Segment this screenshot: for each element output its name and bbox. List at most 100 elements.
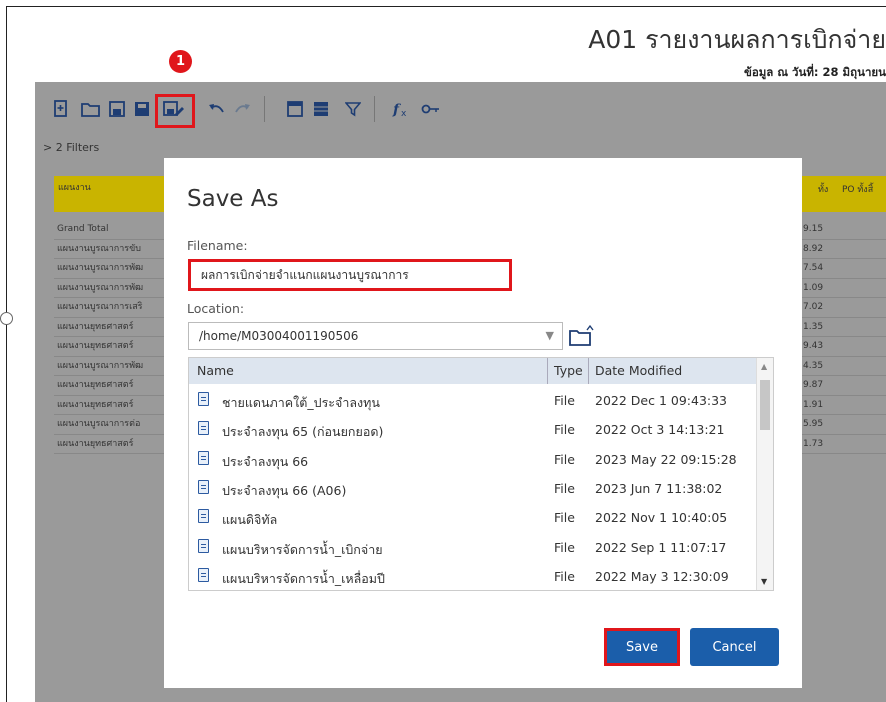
bg-table-row: แผนงานบูรณาการต่อ	[54, 415, 164, 435]
file-type: File	[554, 539, 575, 555]
file-type: File	[554, 510, 575, 526]
col-name[interactable]: Name	[197, 363, 234, 378]
toolbar-separator	[264, 96, 265, 122]
key-icon[interactable]	[420, 98, 442, 120]
file-row[interactable]: แผนบริหารจัดการน้ำ_เหลื่อมปี File 2022 May…	[189, 562, 759, 590]
dialog-title: Save As	[187, 186, 279, 212]
bg-table-value: 1.73	[800, 435, 886, 454]
filters-label: 2 Filters	[55, 141, 100, 154]
col-type[interactable]: Type	[554, 363, 583, 378]
bg-table-value: 1.09	[800, 279, 886, 298]
file-date: 2022 Dec 1 09:43:33	[595, 393, 728, 408]
col-date-modified[interactable]: Date Modified	[595, 363, 682, 378]
file-row[interactable]: ประจำลงทุน 66 (A06) File 2023 Jun 7 11:38:…	[189, 474, 759, 503]
bg-table-rows: Grand Total แผนงานบูรณาการขับ แผนงานบูรณาก…	[54, 220, 164, 454]
report-date: ข้อมูล ณ วันที่: 28 มิถุนายน	[743, 65, 886, 79]
filter-icon[interactable]	[342, 98, 364, 120]
column-divider	[588, 358, 589, 384]
bg-table-row: Grand Total	[54, 220, 164, 240]
file-date: 2022 Oct 3 14:13:21	[595, 422, 725, 438]
location-label: Location:	[187, 301, 245, 316]
location-select[interactable]: /home/M03004001190506 ▼	[188, 322, 563, 350]
file-type: File	[554, 393, 575, 408]
file-row[interactable]: ชายแดนภาคใต้_ประจำลงทุน File 2022 Dec 1 09…	[189, 386, 759, 415]
formula-icon[interactable]: fx	[392, 98, 414, 120]
filename-input[interactable]: ผลการเบิกจ่ายจำแนกแผนงานบูรณาการ	[188, 259, 512, 291]
file-name: แผนบริหารจัดการน้ำ_เบิกจ่าย	[222, 541, 383, 557]
report-title: A01 รายงานผลการเบิกจ่าย	[588, 25, 886, 54]
file-row[interactable]: แผนดิจิทัล File 2022 Nov 1 10:40:05	[189, 503, 759, 532]
redo-icon[interactable]	[231, 98, 253, 120]
bg-table-value: 7.02	[800, 298, 886, 318]
undo-icon[interactable]	[206, 98, 228, 120]
dropdown-caret-icon: ▼	[545, 329, 554, 342]
bg-table-value: 8.92	[800, 240, 886, 259]
layout-icon[interactable]	[284, 98, 306, 120]
file-type: File	[554, 480, 575, 496]
column-divider	[547, 358, 548, 384]
chevron-right-icon: >	[43, 141, 53, 154]
bg-table-row: แผนงานบูรณาการพัฒ	[54, 357, 164, 376]
bg-table-row: แผนงานยุทธศาสตร์	[54, 318, 164, 337]
save-as-highlight	[155, 94, 195, 128]
file-name: ประจำลงทุน 65 (ก่อนยกยอด)	[222, 424, 384, 440]
bg-table-value: 9.43	[800, 337, 886, 357]
table-icon[interactable]	[310, 98, 332, 120]
bg-table-values: 9.15 8.92 7.54 1.09 7.02 1.35 9.43 4.35 9.87 1.91…	[800, 220, 886, 454]
new-report-icon[interactable]	[50, 98, 72, 120]
bg-header-label: แผนงาน	[58, 183, 91, 193]
save-as-dialog: Save As Filename: ผลการเบิกจ่ายจำแนกแผนง…	[164, 158, 802, 688]
file-type: File	[554, 568, 575, 584]
toolbar-separator	[374, 96, 375, 122]
file-name: ประจำลงทุน 66 (A06)	[222, 482, 347, 498]
filters-toggle[interactable]: > 2 Filters	[43, 141, 99, 154]
save-copy-icon[interactable]	[131, 98, 153, 120]
new-folder-icon[interactable]	[568, 324, 594, 348]
file-row[interactable]: ประจำลงทุน 65 (ก่อนยกยอด) File 2022 Oct 3 …	[189, 415, 759, 444]
file-icon	[198, 450, 209, 465]
file-date: 2023 Jun 7 11:38:02	[595, 480, 723, 496]
scroll-up-icon[interactable]: ▲	[761, 362, 767, 371]
file-date: 2022 May 3 12:30:09	[595, 568, 729, 584]
bg-table-value: 1.91	[800, 396, 886, 415]
bg-col-head: ทั้ง	[818, 185, 829, 195]
file-icon	[198, 421, 209, 436]
file-date: 2022 Nov 1 10:40:05	[595, 510, 728, 526]
bg-table-value: 9.87	[800, 376, 886, 396]
bg-table-value: 7.54	[800, 259, 886, 279]
file-type: File	[554, 451, 575, 467]
bg-table-value: 1.35	[800, 318, 886, 337]
filename-label: Filename:	[187, 238, 248, 253]
file-icon	[198, 479, 209, 494]
scroll-down-icon[interactable]: ▼	[761, 577, 767, 586]
file-icon	[198, 509, 209, 524]
bg-table-row: แผนงานยุทธศาสตร์	[54, 337, 164, 357]
file-date: 2023 May 22 09:15:28	[595, 451, 737, 467]
bg-table-row: แผนงานบูรณาการเสริ	[54, 298, 164, 318]
file-browser: Name Type Date Modified ชายแดนภาคใต้_ประ…	[188, 357, 774, 591]
cancel-button[interactable]: Cancel	[690, 628, 779, 666]
location-value: /home/M03004001190506	[199, 329, 359, 343]
scroll-thumb[interactable]	[760, 380, 770, 430]
open-folder-icon[interactable]	[80, 98, 102, 120]
bg-table-row: แผนงานบูรณาการพัฒ	[54, 279, 164, 298]
step-marker-1: 1	[169, 50, 192, 73]
file-table-header: Name Type Date Modified	[189, 358, 773, 384]
bg-table-row: แผนงานยุทธศาสตร์	[54, 435, 164, 454]
file-icon	[198, 567, 209, 582]
bg-table-value: 4.35	[800, 357, 886, 376]
file-list-scrollbar[interactable]: ▲ ▼	[756, 358, 773, 590]
save-button[interactable]: Save	[604, 628, 680, 666]
file-name: ประจำลงทุน 66	[222, 453, 309, 469]
resize-handle[interactable]	[0, 312, 13, 325]
bg-table-row: แผนงานบูรณาการพัฒ	[54, 259, 164, 279]
file-row[interactable]: แผนบริหารจัดการน้ำ_เบิกจ่าย File 2022 Sep …	[189, 533, 759, 562]
file-icon	[198, 538, 209, 553]
file-date: 2022 Sep 1 11:07:17	[595, 539, 727, 555]
file-row[interactable]: ประจำลงทุน 66 File 2023 May 22 09:15:28	[189, 445, 759, 474]
save-icon[interactable]	[106, 98, 128, 120]
bg-table-row: แผนงานยุทธศาสตร์	[54, 396, 164, 415]
svg-text:x: x	[401, 109, 407, 118]
bg-table-value: 9.15	[800, 220, 886, 240]
bg-table-value: 5.95	[800, 415, 886, 435]
